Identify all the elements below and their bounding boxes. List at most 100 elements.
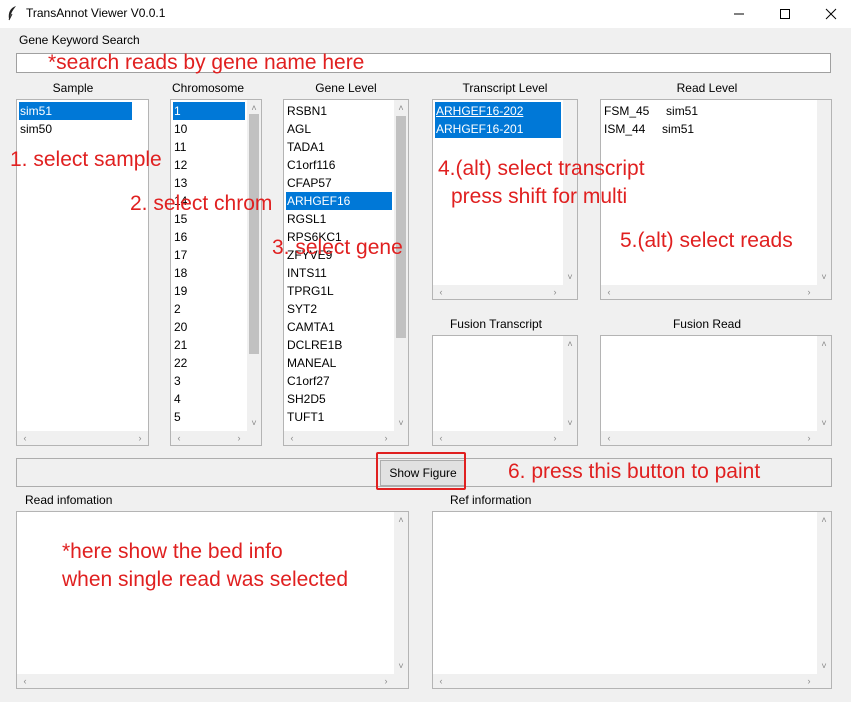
gene-listbox[interactable]: RSBN1 AGL TADA1 C1orf116 CFAP57 ARHGEF16 RGSL1… — [283, 99, 409, 446]
horizontal-scrollbar[interactable]: ‹ › — [601, 285, 831, 299]
scroll-down-icon[interactable]: ˅ — [564, 417, 576, 429]
scroll-thumb[interactable] — [249, 114, 259, 354]
list-item[interactable]: MANEAL — [286, 354, 392, 372]
list-item[interactable]: TPRG1L — [286, 282, 392, 300]
scroll-down-icon[interactable]: ˅ — [818, 417, 830, 429]
scroll-right-icon[interactable]: › — [803, 432, 815, 444]
scroll-right-icon[interactable]: › — [803, 675, 815, 687]
list-item[interactable]: ARHGEF16-201 — [435, 120, 561, 138]
vertical-scrollbar[interactable]: ˄ ˅ — [817, 512, 831, 674]
horizontal-scrollbar[interactable]: ‹ › — [17, 431, 148, 445]
list-item[interactable]: 1 — [173, 102, 245, 120]
scroll-right-icon[interactable]: › — [380, 432, 392, 444]
list-item[interactable]: 17 — [173, 246, 245, 264]
list-item[interactable]: TADA1 — [286, 138, 392, 156]
horizontal-scrollbar[interactable]: ‹ › — [433, 674, 831, 688]
scroll-up-icon[interactable]: ˄ — [818, 338, 830, 350]
horizontal-scrollbar[interactable]: ‹ › — [171, 431, 261, 445]
fusion-transcript-listbox[interactable]: ˄ ˅ ‹ › — [432, 335, 578, 446]
scroll-left-icon[interactable]: ‹ — [286, 432, 298, 444]
minimize-icon — [734, 13, 744, 15]
scroll-down-icon[interactable]: ˅ — [248, 417, 260, 429]
list-item[interactable]: CAMTA1 — [286, 318, 392, 336]
scroll-left-icon[interactable]: ‹ — [19, 432, 31, 444]
scroll-down-icon[interactable]: ˅ — [818, 660, 830, 672]
vertical-scrollbar[interactable]: ˅ — [817, 100, 831, 285]
scroll-left-icon[interactable]: ‹ — [603, 286, 615, 298]
list-item[interactable]: 22 — [173, 354, 245, 372]
scroll-down-icon[interactable]: ˅ — [564, 271, 576, 283]
list-item[interactable]: ARHGEF16-202 — [435, 102, 561, 120]
list-item[interactable]: TUFT1 — [286, 408, 392, 426]
minimize-button[interactable] — [716, 0, 762, 28]
list-item[interactable]: sim50 — [19, 120, 132, 138]
list-item[interactable]: CFAP57 — [286, 174, 392, 192]
list-item[interactable]: RGSL1 — [286, 210, 392, 228]
scroll-right-icon[interactable]: › — [233, 432, 245, 444]
list-item[interactable]: 10 — [173, 120, 245, 138]
list-item[interactable]: 5 — [173, 408, 245, 426]
list-item[interactable]: C1orf27 — [286, 372, 392, 390]
vertical-scrollbar[interactable]: ˄ ˅ — [817, 336, 831, 431]
scroll-up-icon[interactable]: ˄ — [395, 102, 407, 114]
list-item[interactable]: 4 — [173, 390, 245, 408]
scroll-up-icon[interactable]: ˄ — [395, 514, 407, 526]
list-item[interactable]: 20 — [173, 318, 245, 336]
list-item[interactable]: 18 — [173, 264, 245, 282]
gene-item-label: ARHGEF16 — [287, 194, 351, 208]
list-item[interactable]: C1orf116 — [286, 156, 392, 174]
vertical-scrollbar[interactable]: ˄ ˅ — [563, 336, 577, 431]
list-item[interactable]: 21 — [173, 336, 245, 354]
chromosome-listbox[interactable]: 1 10 11 12 13 14 15 16 17 18 19 2 20 21 22 3 4 5 ˄ ˅ ‹ › — [170, 99, 262, 446]
list-item[interactable]: AGL — [286, 120, 392, 138]
scroll-right-icon[interactable]: › — [549, 432, 561, 444]
list-item[interactable]: RSBN1 — [286, 102, 392, 120]
list-item[interactable]: 3 — [173, 372, 245, 390]
scroll-up-icon[interactable]: ˄ — [564, 338, 576, 350]
chromosome-item-label: 13 — [174, 176, 188, 190]
scroll-up-icon[interactable]: ˄ — [248, 102, 260, 114]
vertical-scrollbar[interactable]: ˄ ˅ — [394, 512, 408, 674]
fusion-read-listbox[interactable]: ˄ ˅ ‹ › — [600, 335, 832, 446]
read-listbox[interactable]: FSM_45 sim51 ISM_44 sim51 ˅ ‹ › — [600, 99, 832, 300]
scroll-left-icon[interactable]: ‹ — [19, 675, 31, 687]
scroll-left-icon[interactable]: ‹ — [435, 432, 447, 444]
scroll-down-icon[interactable]: ˅ — [395, 417, 407, 429]
list-item[interactable]: 12 — [173, 156, 245, 174]
scroll-right-icon[interactable]: › — [549, 286, 561, 298]
scroll-up-icon[interactable]: ˄ — [818, 514, 830, 526]
horizontal-scrollbar[interactable]: ‹ › — [601, 431, 831, 445]
list-item[interactable]: 16 — [173, 228, 245, 246]
scroll-right-icon[interactable]: › — [803, 286, 815, 298]
horizontal-scrollbar[interactable]: ‹ › — [284, 431, 408, 445]
scroll-left-icon[interactable]: ‹ — [435, 675, 447, 687]
vertical-scrollbar[interactable]: ˄ ˅ — [247, 100, 261, 431]
list-item[interactable]: 19 — [173, 282, 245, 300]
scroll-down-icon[interactable]: ˅ — [818, 271, 830, 283]
close-button[interactable] — [808, 0, 851, 28]
vertical-scrollbar[interactable]: ˄ ˅ — [394, 100, 408, 431]
scroll-left-icon[interactable]: ‹ — [173, 432, 185, 444]
horizontal-scrollbar[interactable]: ‹ › — [433, 431, 577, 445]
scroll-down-icon[interactable]: ˅ — [395, 660, 407, 672]
horizontal-scrollbar[interactable]: ‹ › — [433, 285, 577, 299]
list-item[interactable]: FSM_45 sim51 — [603, 102, 815, 120]
list-item[interactable]: DCLRE1B — [286, 336, 392, 354]
list-item[interactable]: INTS11 — [286, 264, 392, 282]
scroll-left-icon[interactable]: ‹ — [603, 432, 615, 444]
list-item[interactable]: 2 — [173, 300, 245, 318]
scroll-left-icon[interactable]: ‹ — [435, 286, 447, 298]
list-item[interactable]: SH2D5 — [286, 390, 392, 408]
gene-item-label: TPRG1L — [287, 284, 334, 298]
list-item[interactable]: ARHGEF16 — [286, 192, 392, 210]
scroll-right-icon[interactable]: › — [134, 432, 146, 444]
horizontal-scrollbar[interactable]: ‹ › — [17, 674, 408, 688]
maximize-button[interactable] — [762, 0, 808, 28]
list-item[interactable]: 11 — [173, 138, 245, 156]
list-item[interactable]: ISM_44 sim51 — [603, 120, 815, 138]
scroll-right-icon[interactable]: › — [380, 675, 392, 687]
list-item[interactable]: sim51 — [19, 102, 132, 120]
scroll-thumb[interactable] — [396, 116, 406, 338]
list-item[interactable]: SYT2 — [286, 300, 392, 318]
ref-info-textbox[interactable]: ˄ ˅ ‹ › — [432, 511, 832, 689]
